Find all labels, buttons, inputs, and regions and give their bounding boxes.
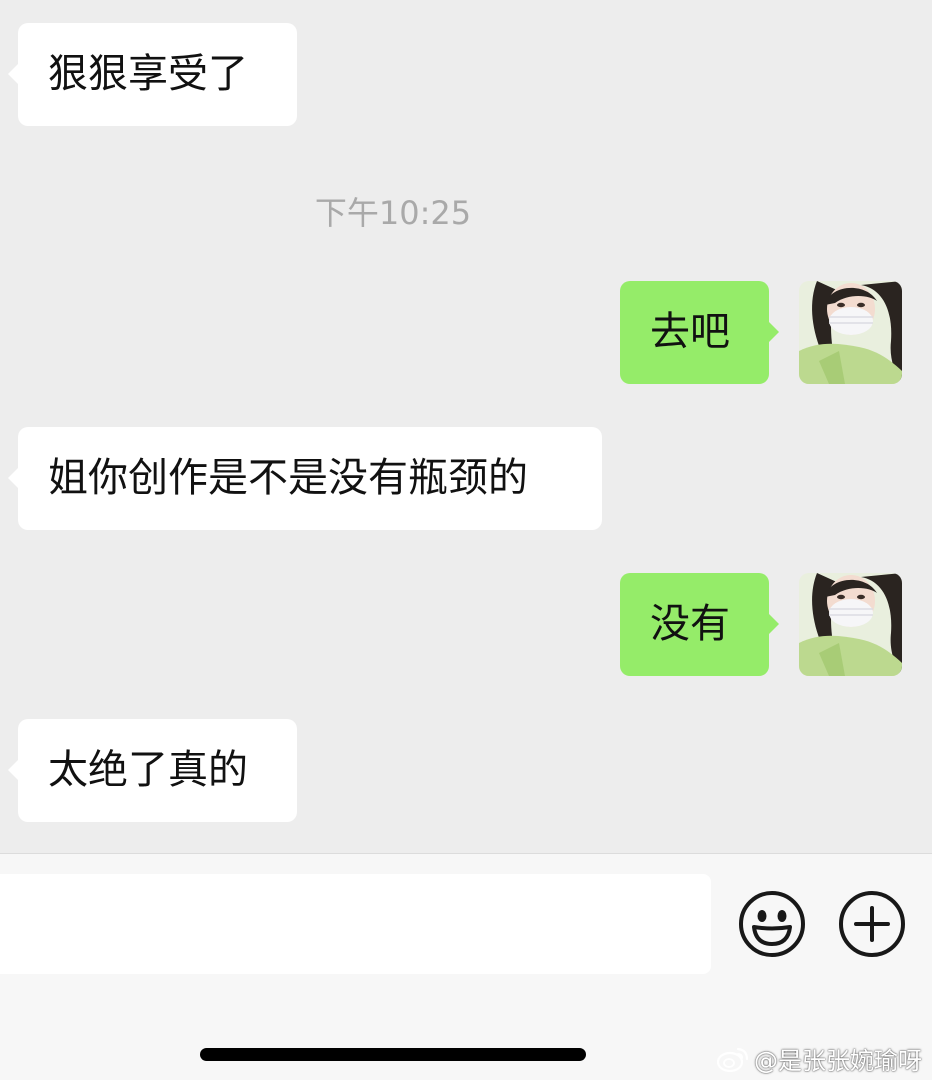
- user-avatar[interactable]: [799, 281, 902, 384]
- outgoing-message-bubble[interactable]: 去吧: [620, 281, 779, 384]
- outgoing-message-bubble[interactable]: 没有: [620, 573, 779, 676]
- user-avatar[interactable]: [799, 573, 902, 676]
- more-options-button[interactable]: [838, 890, 906, 958]
- incoming-message-bubble[interactable]: 太绝了真的: [8, 719, 297, 822]
- message-text: 去吧: [650, 309, 730, 355]
- message-input[interactable]: [0, 874, 711, 974]
- message-text: 没有: [650, 601, 730, 647]
- avatar-photo-icon: [799, 573, 902, 676]
- chat-message-list[interactable]: 狠狠享受了 下午10:25 去吧 姐你创作是不是没有瓶颈的 没有 太绝了真的: [0, 0, 932, 853]
- weibo-logo-icon: [716, 1047, 749, 1072]
- watermark: @是张张婉瑜呀: [716, 1041, 922, 1076]
- message-text: 狠狠享受了: [48, 51, 248, 97]
- incoming-message-bubble[interactable]: 姐你创作是不是没有瓶颈的: [8, 427, 602, 530]
- emoji-face-icon: [739, 891, 805, 957]
- message-text: 姐你创作是不是没有瓶颈的: [48, 455, 528, 501]
- message-timestamp: 下午10:25: [314, 194, 472, 232]
- avatar-photo-icon: [799, 281, 902, 384]
- emoji-button[interactable]: [738, 890, 806, 958]
- chat-input-bar: @是张张婉瑜呀: [0, 853, 932, 1080]
- message-text: 太绝了真的: [48, 747, 248, 793]
- plus-circle-icon: [839, 891, 905, 957]
- incoming-message-bubble[interactable]: 狠狠享受了: [8, 23, 297, 126]
- watermark-text: @是张张婉瑜呀: [754, 1047, 922, 1075]
- home-indicator[interactable]: [200, 1048, 586, 1061]
